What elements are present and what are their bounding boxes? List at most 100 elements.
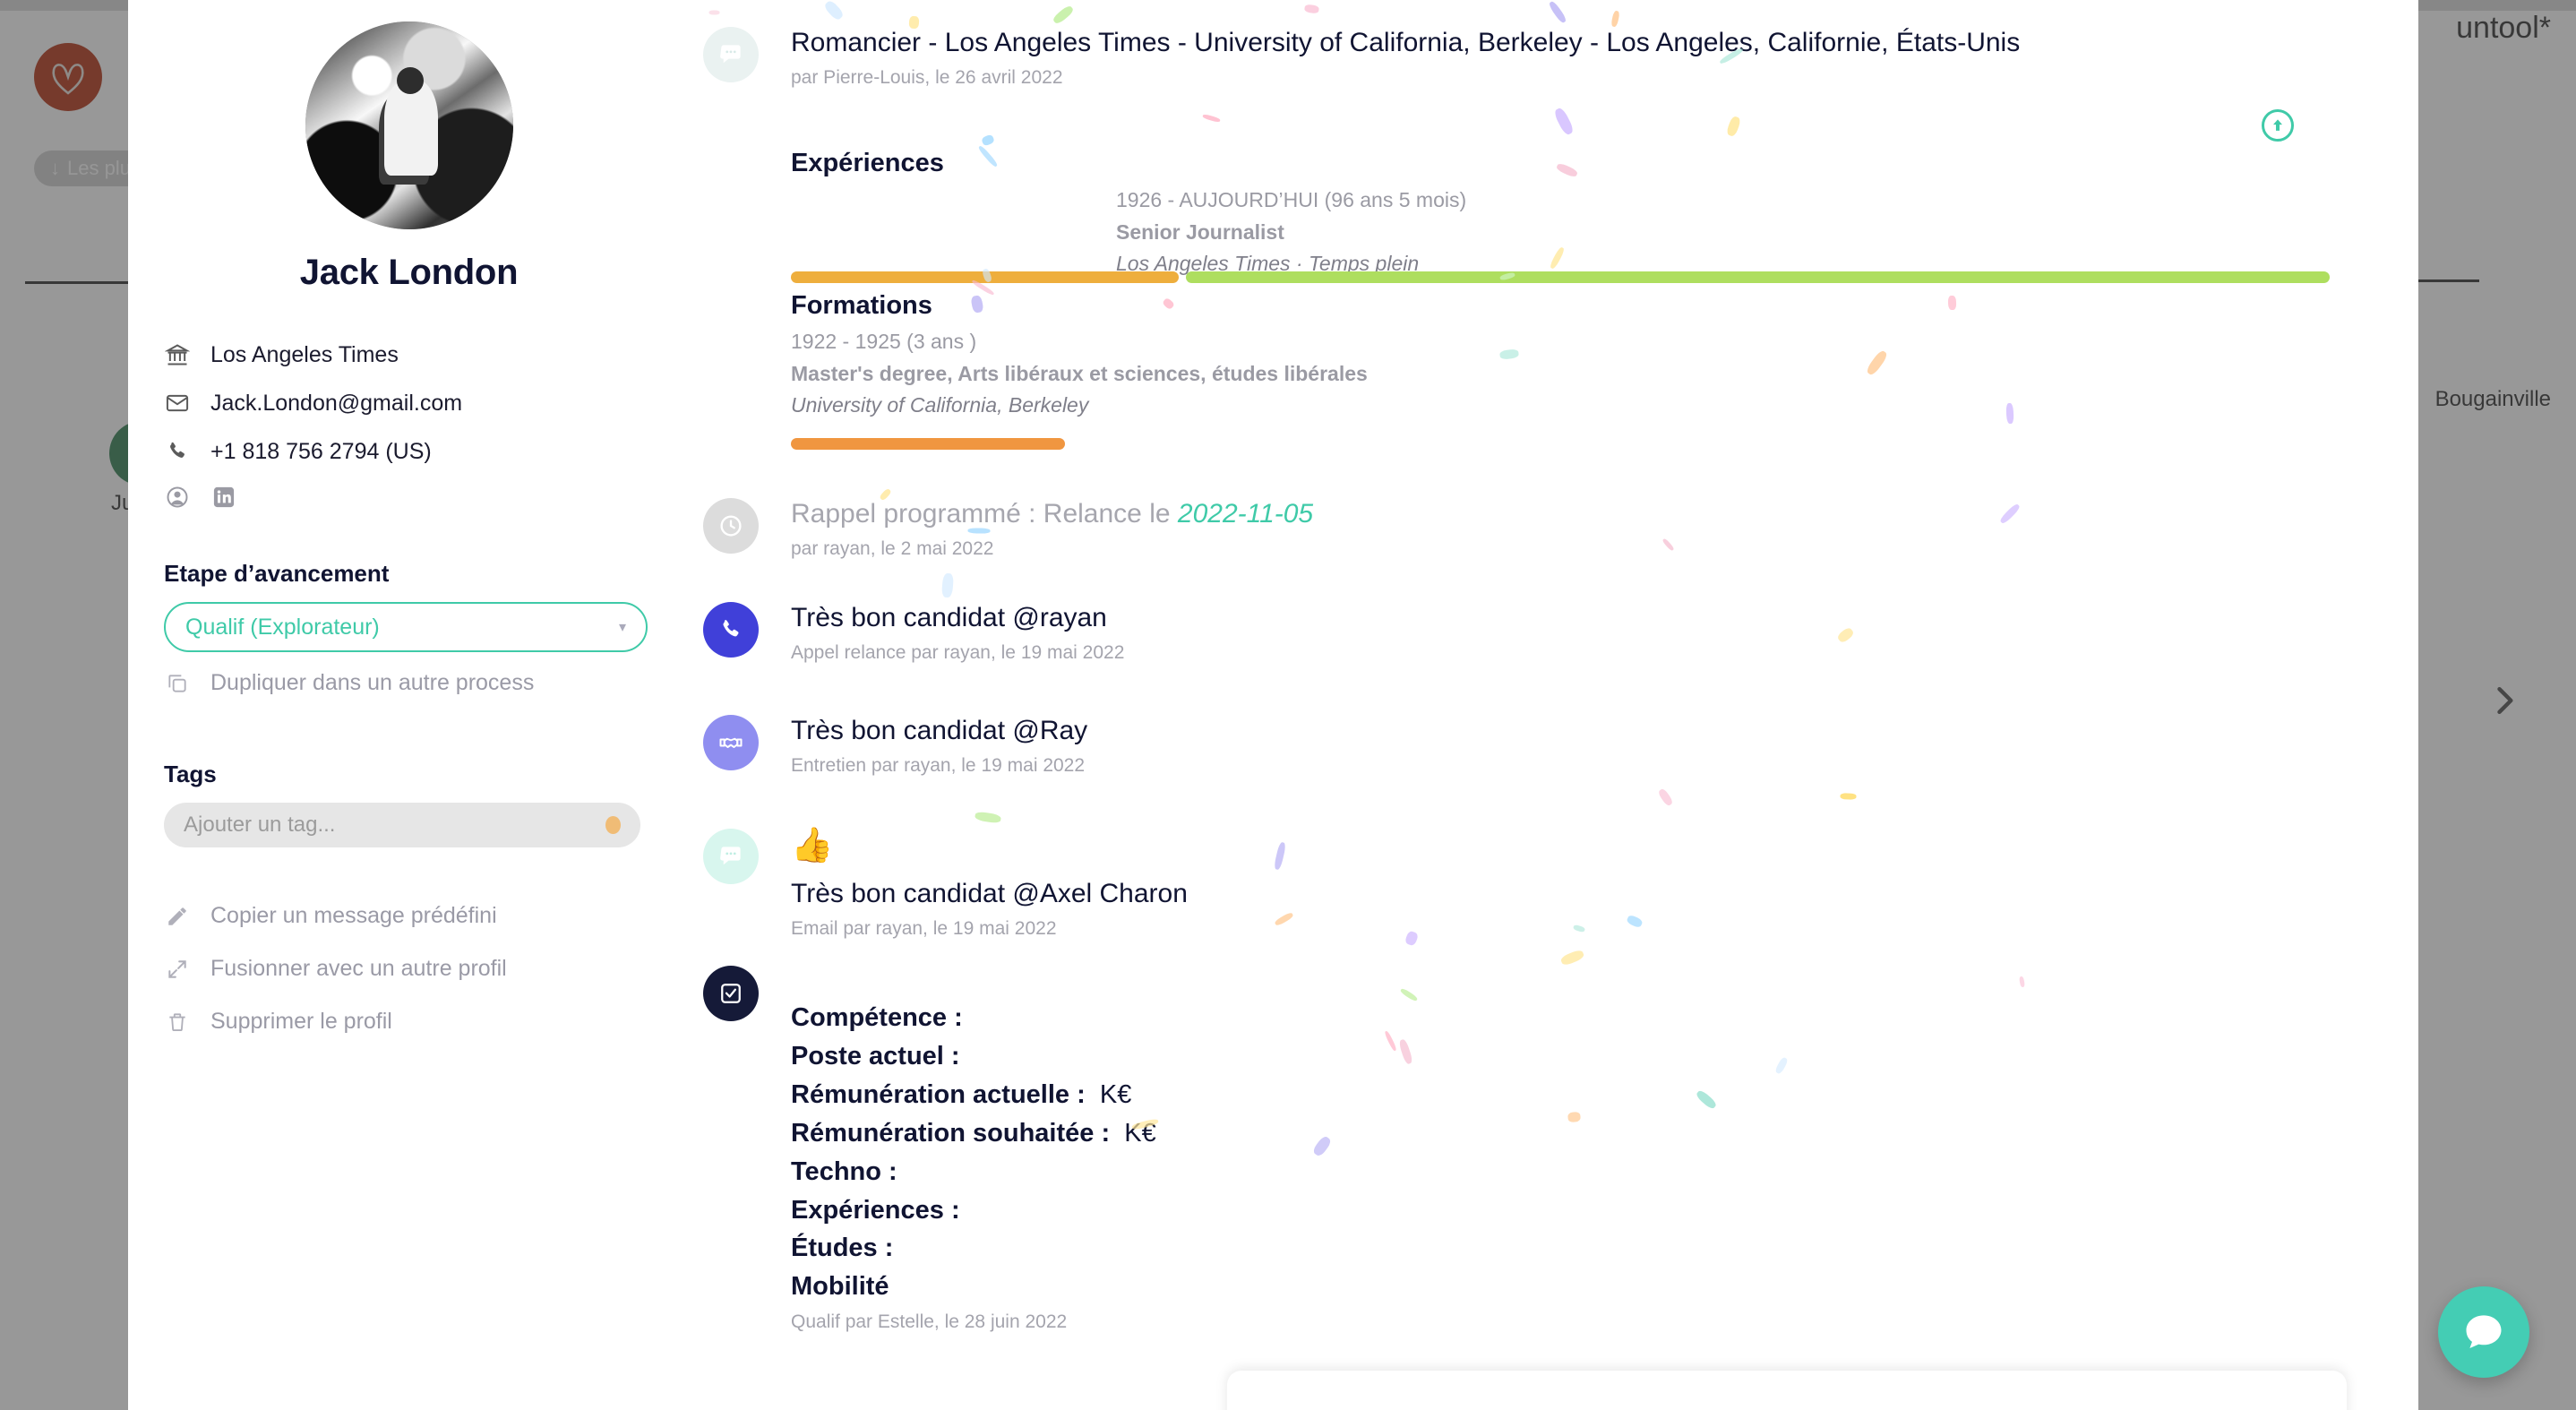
timeline-entry-email[interactable]: 👍 Très bon candidat @Axel Charon Email p… — [690, 829, 2418, 940]
qual-label: Études : — [791, 1234, 894, 1263]
formation-period: 1922 - 1925 (3 ans ) — [791, 330, 977, 353]
chat-bubble-icon — [2466, 1315, 2502, 1348]
linkedin-icon[interactable] — [210, 485, 237, 510]
qual-line: Études : — [791, 1229, 1156, 1268]
contact-company-label: Los Angeles Times — [210, 341, 399, 367]
qual-label: Expériences : — [791, 1195, 960, 1225]
copy-icon — [164, 672, 191, 695]
qual-line: Mobilité — [791, 1268, 1156, 1306]
contact-list: Los Angeles Times Jack.London@gmail.com … — [164, 331, 690, 510]
timeline-entry-reminder[interactable]: Rappel programmé : Relance le 2022-11-05… — [690, 498, 2418, 560]
formation-bar-1 — [791, 438, 1065, 450]
qual-label: Techno : — [791, 1156, 897, 1186]
merge-icon — [164, 958, 191, 981]
profile-sidebar: Jack London Los Angeles Times Jack.Londo… — [128, 0, 690, 1410]
email-reaction-emoji: 👍 — [791, 827, 834, 864]
qual-value: K€ — [1099, 1079, 1132, 1109]
headline-title: Romancier - Los Angeles Times - Universi… — [791, 28, 2021, 57]
contact-phone[interactable]: +1 818 756 2794 (US) — [164, 427, 690, 476]
headline-sub: par Pierre-Louis, le 26 avril 2022 — [791, 67, 1063, 88]
contact-phone-label: +1 818 756 2794 (US) — [210, 438, 432, 464]
phone-filled-icon — [703, 602, 759, 658]
email-title: Très bon candidat @Axel Charon — [791, 879, 1188, 908]
email-icon — [164, 391, 191, 416]
profile-modal: Jack London Los Angeles Times Jack.Londo… — [128, 0, 2418, 1410]
timeline-headline: Romancier - Los Angeles Times - Universi… — [690, 27, 2418, 89]
qualification-block: Compétence : Poste actuel : Rémunération… — [791, 999, 1156, 1333]
qual-line: Rémunération souhaitée : K€ — [791, 1114, 1156, 1153]
qual-label: Compétence : — [791, 1003, 963, 1032]
profile-circle-icon[interactable] — [164, 485, 191, 510]
email-sub: Email par rayan, le 19 mai 2022 — [791, 918, 1057, 939]
next-profile-button[interactable] — [2485, 681, 2524, 720]
duplicate-process-label: Dupliquer dans un autre process — [210, 670, 535, 695]
copy-predefined-message-link[interactable]: Copier un message prédéfini — [164, 903, 690, 929]
qualification-sub: Qualif par Estelle, le 28 juin 2022 — [791, 1311, 1068, 1333]
call-sub: Appel relance par rayan, le 19 mai 2022 — [791, 642, 1125, 663]
composer-card[interactable] — [1227, 1371, 2347, 1410]
comment-icon — [703, 829, 759, 884]
tag-color-dot — [605, 816, 621, 834]
social-links — [164, 485, 690, 510]
checkbox-icon — [703, 966, 759, 1021]
delete-profile-label: Supprimer le profil — [210, 1009, 392, 1034]
qual-line: Expériences : — [791, 1191, 1156, 1230]
qual-label: Rémunération souhaitée : — [791, 1118, 1111, 1148]
handshake-icon — [703, 715, 759, 770]
formation-school: University of California, Berkeley — [791, 393, 1089, 417]
contact-email[interactable]: Jack.London@gmail.com — [164, 379, 690, 427]
delete-profile-link[interactable]: Supprimer le profil — [164, 1009, 690, 1035]
qual-line: Techno : — [791, 1153, 1156, 1191]
phone-icon — [164, 439, 191, 464]
call-title: Très bon candidat @rayan — [791, 603, 1107, 632]
candidate-name: Bougainville — [2434, 387, 2551, 411]
reminder-title-prefix: Rappel programmé : Relance le — [791, 499, 1178, 529]
reminder-sub: par rayan, le 2 mai 2022 — [791, 538, 994, 559]
tag-input[interactable]: Ajouter un tag... — [164, 803, 640, 847]
arrow-down-icon: ↓ — [50, 157, 60, 179]
merge-profile-link[interactable]: Fusionner avec un autre profil — [164, 956, 690, 982]
experience-bar-2 — [1186, 271, 2330, 283]
bank-icon — [164, 342, 191, 367]
qual-value: K€ — [1124, 1118, 1156, 1148]
experience-bar-1 — [791, 271, 1179, 283]
scroll-to-top-button[interactable] — [2262, 109, 2294, 142]
formations-heading: Formations — [791, 291, 932, 320]
pencil-icon — [164, 905, 191, 928]
chat-launcher-button[interactable] — [2438, 1286, 2529, 1378]
arrow-up-circle-icon — [2273, 119, 2282, 131]
tags-section-label: Tags — [164, 761, 217, 787]
copy-predefined-message-label: Copier un message prédéfini — [210, 903, 497, 928]
experience-role: Senior Journalist — [1116, 219, 1284, 244]
qual-line: Poste actuel : — [791, 1037, 1156, 1076]
chevron-down-icon: ▾ — [618, 620, 626, 635]
app-logo[interactable] — [34, 43, 102, 111]
qual-label: Rémunération actuelle : — [791, 1079, 1086, 1109]
experience-period: 1926 - AUJOURD’HUI (96 ans 5 mois) — [1116, 188, 1467, 211]
timeline-entry-interview[interactable]: Très bon candidat @Ray Entretien par ray… — [690, 715, 2418, 777]
duplicate-process-link[interactable]: Dupliquer dans un autre process — [164, 670, 690, 696]
chevron-right-icon — [2497, 686, 2513, 715]
welcome-to-the-jungle-logo — [52, 64, 84, 95]
interview-sub: Entretien par rayan, le 19 mai 2022 — [791, 755, 1086, 776]
contact-company[interactable]: Los Angeles Times — [164, 331, 690, 379]
qual-line: Compétence : — [791, 999, 1156, 1037]
stage-select-value: Qualif (Explorateur) — [185, 614, 380, 640]
qual-label: Mobilité — [791, 1272, 889, 1302]
interview-title: Très bon candidat @Ray — [791, 716, 1088, 745]
timeline-entry-call[interactable]: Très bon candidat @rayan Appel relance p… — [690, 602, 2418, 664]
activity-timeline: Romancier - Los Angeles Times - Universi… — [690, 0, 2418, 1410]
stage-select[interactable]: Qualif (Explorateur) ▾ — [164, 602, 648, 652]
qual-label: Poste actuel : — [791, 1041, 960, 1070]
qual-line: Rémunération actuelle : K€ — [791, 1076, 1156, 1114]
trash-icon — [164, 1010, 191, 1034]
sidebar-actions: Copier un message prédéfini Fusionner av… — [128, 903, 690, 1035]
merge-profile-label: Fusionner avec un autre profil — [210, 956, 507, 981]
experiences-heading: Expériences — [791, 149, 944, 177]
tag-input-placeholder: Ajouter un tag... — [184, 812, 336, 837]
page-title: Jack London — [299, 253, 519, 292]
contact-email-label: Jack.London@gmail.com — [210, 390, 463, 416]
experiences-block: Expériences — [690, 149, 2418, 178]
clock-icon — [703, 498, 759, 554]
stage-section-label: Etape d’avancement — [164, 560, 390, 587]
